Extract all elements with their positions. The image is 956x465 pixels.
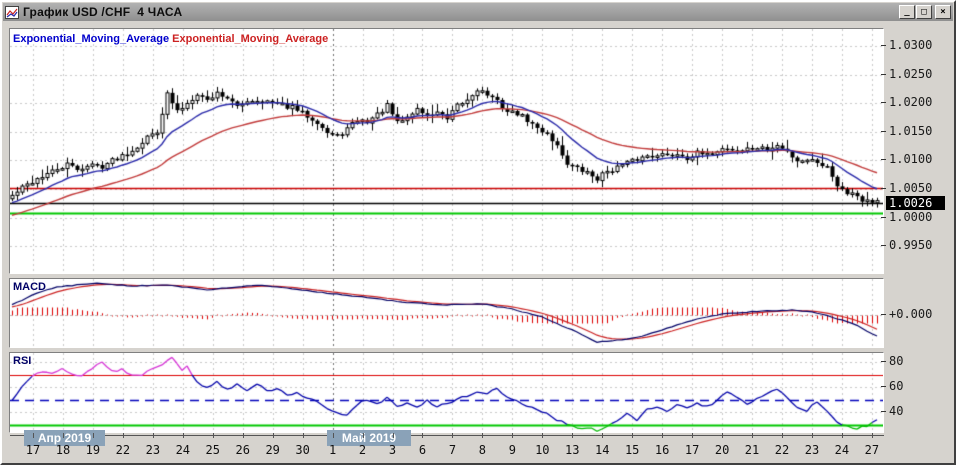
date-label: 23 [145, 443, 161, 457]
date-label: 17 [25, 443, 41, 457]
date-label: 23 [804, 443, 820, 457]
date-tick [182, 433, 184, 438]
close-button[interactable]: × [935, 5, 951, 19]
price-chart-canvas[interactable] [10, 29, 883, 273]
minimize-button[interactable]: _ [899, 5, 915, 19]
date-tick [542, 433, 544, 438]
date-label: 7 [448, 443, 457, 457]
date-tick [122, 433, 124, 438]
date-tick [302, 433, 304, 438]
price-axis-label: 1.0200 [881, 95, 932, 109]
date-label: 20 [714, 443, 730, 457]
rsi-label: RSI [13, 355, 32, 367]
date-label: 3 [388, 443, 397, 457]
date-tick [572, 433, 574, 438]
date-label: 6 [418, 443, 427, 457]
price-axis-label: 0.9950 [881, 238, 932, 252]
date-label: 18 [55, 443, 71, 457]
indicator-legend: Exponential_Moving_Average Exponential_M… [13, 33, 328, 45]
date-tick [632, 433, 634, 438]
window-title: График USD /CHF 4 ЧАСА [23, 5, 183, 19]
chart-window: График USD /CHF 4 ЧАСА _ □ × Exponential… [0, 0, 956, 465]
price-chart-panel [9, 28, 884, 274]
macd-label: MACD [13, 281, 46, 293]
rsi-axis-label: 80 [881, 354, 903, 368]
price-axis-label: 1.0300 [881, 38, 932, 52]
price-axis-label: 1.0250 [881, 67, 932, 81]
chart-app-icon [5, 5, 19, 19]
macd-panel [9, 278, 884, 348]
date-tick [33, 433, 34, 438]
date-tick [811, 433, 813, 438]
date-tick [841, 433, 843, 438]
date-tick [452, 433, 454, 438]
date-tick [752, 433, 754, 438]
date-tick [422, 433, 424, 438]
date-label: 25 [205, 443, 220, 457]
date-label: 27 [864, 443, 880, 457]
date-tick [392, 433, 394, 438]
date-label: 21 [744, 443, 760, 457]
date-label: 22 [115, 443, 131, 457]
date-tick [212, 433, 214, 438]
title-bar[interactable]: График USD /CHF 4 ЧАСА _ □ × [3, 3, 953, 21]
date-label: 19 [85, 443, 101, 457]
date-tick [722, 433, 724, 438]
date-tick [782, 433, 783, 438]
date-label: 29 [265, 443, 280, 457]
date-label: 24 [175, 443, 191, 457]
date-label: 14 [595, 443, 610, 457]
current-price-badge: 1.0026 [886, 195, 945, 210]
date-tick [512, 433, 514, 438]
price-axis-label: 1.0000 [881, 210, 932, 224]
date-label: 13 [565, 443, 580, 457]
date-tick [272, 433, 274, 438]
macd-zero-label: +0.000 [881, 307, 932, 321]
rsi-panel [9, 352, 884, 433]
maximize-button[interactable]: □ [916, 5, 932, 19]
date-tick [362, 433, 364, 438]
date-tick [92, 433, 94, 438]
price-axis-label: 1.0050 [881, 181, 932, 195]
date-tick [152, 433, 154, 438]
date-tick [482, 433, 484, 438]
date-label: 22 [774, 443, 790, 457]
price-axis-label: 1.0100 [881, 152, 932, 166]
date-tick [602, 433, 604, 438]
rsi-canvas[interactable] [10, 353, 883, 432]
date-tick [242, 433, 244, 438]
rsi-axis-label: 60 [881, 379, 903, 393]
date-label: 8 [478, 443, 486, 457]
date-label: 17 [684, 443, 700, 457]
ema-legend-blue: Exponential_Moving_Average [13, 33, 170, 45]
date-tick [62, 433, 64, 438]
date-label: 30 [295, 443, 310, 457]
date-tick [871, 433, 873, 438]
date-tick [692, 433, 694, 438]
price-axis-label: 1.0150 [881, 124, 932, 138]
date-tick [332, 433, 334, 438]
date-label: 9 [508, 443, 516, 457]
macd-canvas[interactable] [10, 279, 883, 347]
date-label: 26 [235, 443, 250, 457]
rsi-axis-label: 40 [881, 404, 903, 418]
date-label: 1 [328, 443, 337, 457]
window-controls: _ □ × [898, 5, 951, 19]
date-label: 24 [834, 443, 850, 457]
date-label: 10 [535, 443, 550, 457]
date-tick [662, 433, 664, 438]
date-label: 2 [358, 443, 367, 457]
date-label: 15 [624, 443, 640, 457]
ema-legend-red: Exponential_Moving_Average [172, 33, 329, 45]
date-axis: Апр 2019 Май 2019 17 18 19 22 23 24 25 26 29 30 1 2… [9, 430, 949, 463]
date-label: 16 [654, 443, 670, 457]
